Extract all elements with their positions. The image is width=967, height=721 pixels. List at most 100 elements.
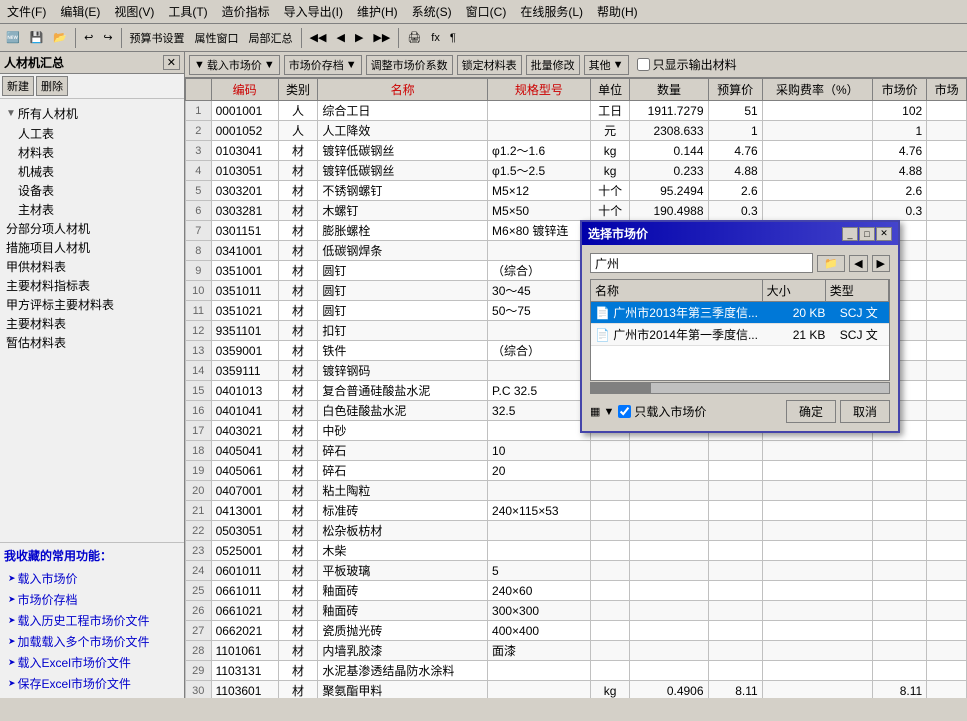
cell-budget (708, 641, 762, 661)
table-row[interactable]: 20 0407001 材 粘土陶粒 (186, 481, 967, 501)
tree-item-material[interactable]: 材料表 (16, 143, 180, 162)
redo-btn[interactable]: ↪ (99, 29, 116, 46)
menu-costindex[interactable]: 造价指标 (219, 2, 273, 21)
fav-market-archive[interactable]: 市场价存档 (4, 589, 180, 610)
nav-prev-btn[interactable]: ◀ (332, 29, 348, 46)
table-row[interactable]: 23 0525001 材 木柴 (186, 541, 967, 561)
table-row[interactable]: 29 1103131 材 水泥基渗透结晶防水涂料 (186, 661, 967, 681)
tree-item-equipment[interactable]: 设备表 (16, 181, 180, 200)
tree-item-key-index[interactable]: 主要材料指标表 (4, 276, 180, 295)
table-row[interactable]: 21 0413001 材 标准砖 240×115×53 (186, 501, 967, 521)
col-code[interactable]: 编码 (211, 79, 278, 101)
para-btn[interactable]: ¶ (446, 30, 460, 46)
dialog-nav-back-btn[interactable]: ◀ (849, 255, 867, 272)
tree-item-owner-eval[interactable]: 甲方评标主要材料表 (4, 295, 180, 314)
fav-load-excel[interactable]: 载入Excel市场价文件 (4, 652, 180, 673)
menu-window[interactable]: 窗口(C) (463, 2, 510, 21)
properties-btn[interactable]: 属性窗口 (191, 28, 243, 48)
delete-tree-btn[interactable]: 删除 (36, 76, 68, 96)
menu-help[interactable]: 帮助(H) (594, 2, 641, 21)
file-list[interactable]: 📄 广州市2013年第三季度信... 20 KB SCJ 文 📄 广州市2014… (590, 301, 890, 381)
tree-item-measure[interactable]: 措施项目人材机 (4, 238, 180, 257)
table-row[interactable]: 30 1103601 材 聚氨酯甲料 kg 0.4906 8.11 8.11 (186, 681, 967, 699)
dialog-ok-btn[interactable]: 确定 (786, 400, 836, 423)
file-list-item[interactable]: 📄 广州市2013年第三季度信... 20 KB SCJ 文 (591, 302, 889, 324)
col-rate[interactable]: 采购费率（%） (762, 79, 872, 101)
table-row[interactable]: 2 0001052 人 人工降效 元 2308.633 1 1 (186, 121, 967, 141)
new-tree-btn[interactable]: 新建 (2, 76, 34, 96)
menu-tools[interactable]: 工具(T) (165, 2, 210, 21)
table-row[interactable]: 22 0503051 材 松杂板枋材 (186, 521, 967, 541)
tree-item-key-material[interactable]: 主要材料表 (4, 314, 180, 333)
tree-item-all[interactable]: 所有人材机 (18, 105, 78, 122)
dialog-nav-fwd-btn[interactable]: ▶ (872, 255, 890, 272)
table-row[interactable]: 19 0405061 材 碎石 20 (186, 461, 967, 481)
dialog-cancel-btn[interactable]: 取消 (840, 400, 890, 423)
nav-next-btn[interactable]: ▶ (351, 29, 367, 46)
table-row[interactable]: 26 0661021 材 釉面砖 300×300 (186, 601, 967, 621)
file-list-scrollbar[interactable] (590, 382, 890, 394)
col-unit[interactable]: 单位 (590, 79, 630, 101)
table-row[interactable]: 24 0601011 材 平板玻璃 5 (186, 561, 967, 581)
load-market-btn[interactable]: ▼ 载入市场价 ▼ (189, 55, 280, 75)
col-type[interactable]: 类别 (278, 79, 318, 101)
tree-root[interactable]: ▼ 所有人材机 (4, 103, 180, 124)
menu-online[interactable]: 在线服务(L) (517, 2, 586, 21)
tree-item-estimated[interactable]: 暂估材料表 (4, 333, 180, 352)
table-row[interactable]: 1 0001001 人 综合工日 工日 1911.7279 51 102 (186, 101, 967, 121)
menu-maintenance[interactable]: 维护(H) (354, 2, 401, 21)
menu-file[interactable]: 文件(F) (4, 2, 49, 21)
tree-item-machine[interactable]: 机械表 (16, 162, 180, 181)
table-row[interactable]: 4 0103051 材 镀锌低碳钢丝 φ1.5～2.5 kg 0.233 4.8… (186, 161, 967, 181)
dialog-maximize-btn[interactable]: □ (859, 227, 875, 241)
tree-item-mainmaterial[interactable]: 主材表 (16, 200, 180, 219)
dialog-minimize-btn[interactable]: _ (842, 227, 858, 241)
table-row[interactable]: 25 0661011 材 釉面砖 240×60 (186, 581, 967, 601)
col-name[interactable]: 名称 (318, 79, 488, 101)
adjust-factor-btn[interactable]: 调整市场价系数 (366, 55, 453, 75)
col-qty[interactable]: 数量 (630, 79, 708, 101)
menu-view[interactable]: 视图(V) (111, 2, 157, 21)
table-row[interactable]: 27 0662021 材 瓷质抛光砖 400×400 (186, 621, 967, 641)
fav-load-history[interactable]: 载入历史工程市场价文件 (4, 610, 180, 631)
table-row[interactable]: 18 0405041 材 碎石 10 (186, 441, 967, 461)
col-budget[interactable]: 预算价 (708, 79, 762, 101)
local-summary-btn[interactable]: 局部汇总 (245, 28, 297, 48)
batch-modify-btn[interactable]: 批量修改 (526, 55, 580, 75)
undo-btn[interactable]: ↩ (80, 29, 97, 46)
col-spec[interactable]: 规格型号 (488, 79, 591, 101)
file-list-item[interactable]: 📄 广州市2014年第一季度信... 21 KB SCJ 文 (591, 324, 889, 346)
tree-item-labor[interactable]: 人工表 (16, 124, 180, 143)
fav-load-market[interactable]: 载入市场价 (4, 568, 180, 589)
tree-item-section[interactable]: 分部分项人材机 (4, 219, 180, 238)
table-row[interactable]: 28 1101061 材 内墙乳胶漆 面漆 (186, 641, 967, 661)
fav-save-excel[interactable]: 保存Excel市场价文件 (4, 673, 180, 694)
budget-settings-btn[interactable]: 预算书设置 (126, 28, 189, 48)
menu-system[interactable]: 系统(S) (409, 2, 455, 21)
table-row[interactable]: 6 0303281 材 木螺钉 M5×50 十个 190.4988 0.3 0.… (186, 201, 967, 221)
others-btn[interactable]: 其他 ▼ (584, 55, 629, 75)
new-btn[interactable]: 🆕 (2, 29, 24, 46)
save-btn[interactable]: 💾 (26, 29, 48, 46)
menu-importexport[interactable]: 导入导出(I) (281, 2, 346, 21)
print-btn[interactable]: 🖨 (403, 29, 425, 46)
col-market2[interactable]: 市场 (927, 79, 967, 101)
show-output-checkbox[interactable] (637, 58, 650, 71)
load-only-checkbox[interactable] (618, 405, 631, 418)
table-row[interactable]: 5 0303201 材 不锈钢螺钉 M5×12 十个 95.2494 2.6 2… (186, 181, 967, 201)
nav-first-btn[interactable]: ◀◀ (306, 29, 331, 46)
dialog-location-input[interactable] (590, 253, 813, 273)
tree-item-owner-supply[interactable]: 甲供材料表 (4, 257, 180, 276)
lock-material-btn[interactable]: 锁定材料表 (457, 55, 522, 75)
calc-btn[interactable]: fx (427, 30, 444, 46)
dialog-close-btn[interactable]: ✕ (876, 227, 892, 241)
dialog-folder-btn[interactable]: 📁 (817, 255, 845, 272)
nav-last-btn[interactable]: ▶▶ (369, 29, 394, 46)
market-archive-btn[interactable]: 市场价存档 ▼ (284, 55, 362, 75)
left-panel-close-btn[interactable]: ✕ (163, 55, 180, 70)
col-market[interactable]: 市场价 (873, 79, 927, 101)
menu-edit[interactable]: 编辑(E) (57, 2, 103, 21)
table-row[interactable]: 3 0103041 材 镀锌低碳钢丝 φ1.2～1.6 kg 0.144 4.7… (186, 141, 967, 161)
fav-load-multiple[interactable]: 加载载入多个市场价文件 (4, 631, 180, 652)
open-btn[interactable]: 📂 (49, 29, 71, 46)
